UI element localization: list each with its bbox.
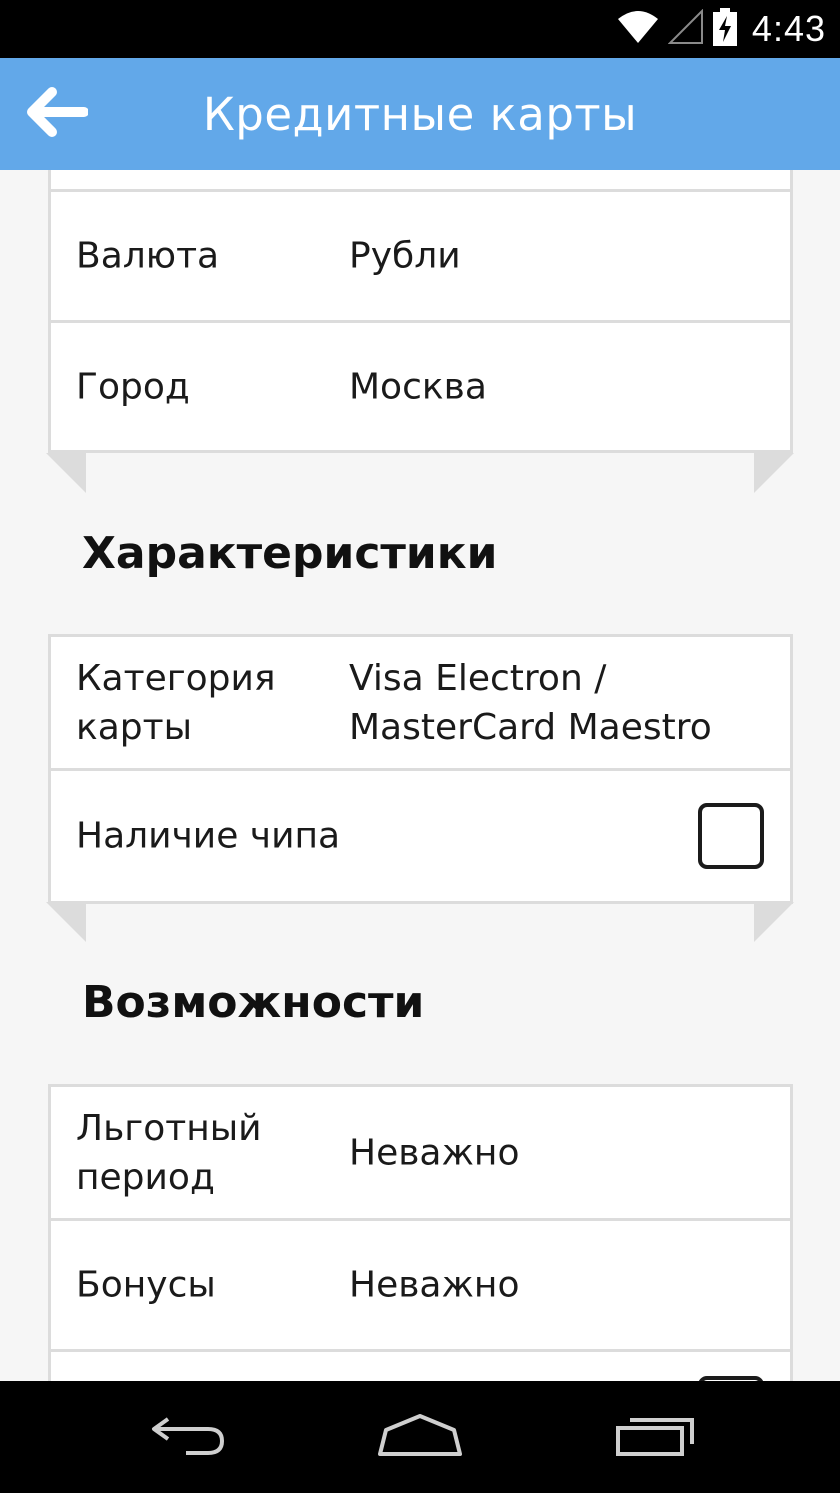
card-fold-right xyxy=(754,453,794,493)
cell-signal-icon xyxy=(667,8,704,49)
currency-value: Рубли xyxy=(349,235,461,277)
general-card: Валюта Рубли Город Москва xyxy=(48,170,793,453)
features-card: Льготный период Неважно Бонусы Неважно xyxy=(48,1084,793,1381)
battery-charging-icon xyxy=(712,8,738,50)
bonuses-value: Неважно xyxy=(349,1264,520,1306)
next-row-cut[interactable] xyxy=(51,1352,790,1381)
page-title: Кредитные карты xyxy=(202,88,638,141)
card-fold-left xyxy=(46,453,86,493)
grace-period-label: Льготный период xyxy=(76,1107,262,1198)
section-title-features: Возможности xyxy=(82,977,425,1028)
settings-list[interactable]: Валюта Рубли Город Москва Характеристики… xyxy=(0,170,840,1381)
city-row[interactable]: Город Москва xyxy=(51,323,790,450)
status-bar: 4:43 xyxy=(0,0,840,58)
status-time: 4:43 xyxy=(751,8,826,49)
grace-period-row[interactable]: Льготный период Неважно xyxy=(51,1087,790,1221)
chip-row[interactable]: Наличие чипа xyxy=(51,771,790,901)
city-value: Москва xyxy=(349,366,487,407)
back-nav-icon xyxy=(146,1413,230,1461)
app-bar: Кредитные карты xyxy=(0,58,840,170)
chip-label: Наличие чипа xyxy=(76,815,341,857)
card-category-row[interactable]: Категория карты Visa Electron / MasterCa… xyxy=(51,637,790,771)
status-icons: 4:43 xyxy=(616,6,826,52)
nav-back-button[interactable] xyxy=(140,1409,236,1465)
recents-nav-icon xyxy=(614,1412,698,1462)
nav-home-button[interactable] xyxy=(372,1409,468,1465)
card-fold-left xyxy=(46,902,86,942)
bonuses-label: Бонусы xyxy=(76,1264,216,1306)
wifi-icon xyxy=(616,9,660,49)
nav-recents-button[interactable] xyxy=(608,1409,704,1465)
home-nav-icon xyxy=(376,1412,464,1462)
grace-period-value: Неважно xyxy=(349,1132,520,1173)
card-category-value: Visa Electron / MasterCard Maestro xyxy=(349,657,712,748)
currency-label: Валюта xyxy=(76,235,220,277)
top-row-cut xyxy=(51,170,790,192)
chip-checkbox[interactable] xyxy=(698,803,764,869)
card-category-label: Категория карты xyxy=(76,657,276,748)
card-fold-right xyxy=(754,902,794,942)
navigation-bar xyxy=(0,1381,840,1493)
characteristics-card: Категория карты Visa Electron / MasterCa… xyxy=(48,634,793,904)
currency-row[interactable]: Валюта Рубли xyxy=(51,192,790,323)
city-label: Город xyxy=(76,366,190,407)
section-title-characteristics: Характеристики xyxy=(82,528,498,579)
bonuses-row[interactable]: Бонусы Неважно xyxy=(51,1221,790,1352)
